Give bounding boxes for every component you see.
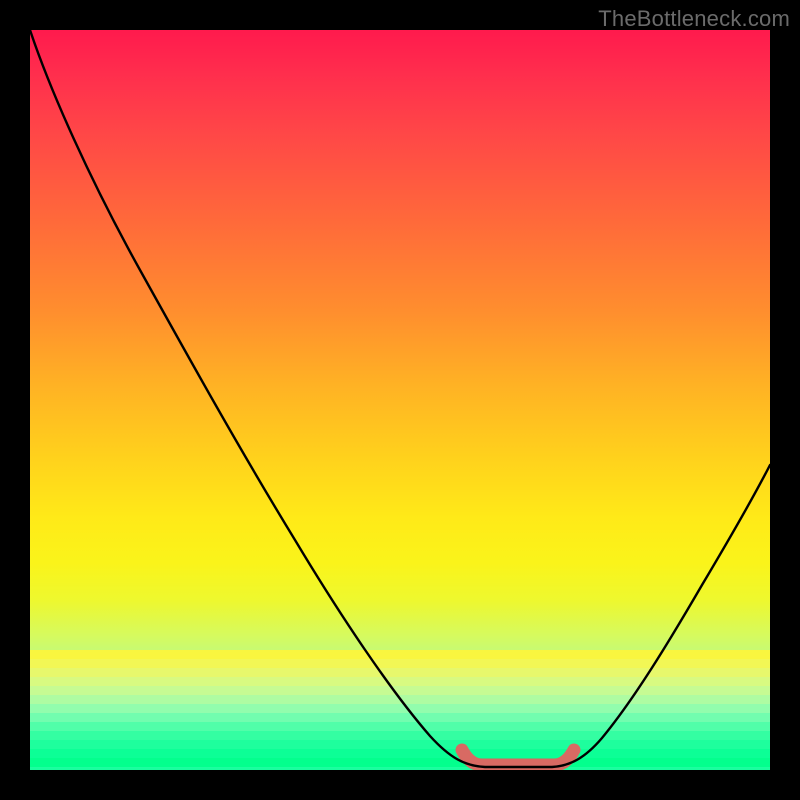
watermark-label: TheBottleneck.com: [598, 6, 790, 32]
chart-frame: TheBottleneck.com: [0, 0, 800, 800]
optimal-range-marker: [462, 750, 574, 765]
plot-area: [30, 30, 770, 770]
chart-svg: [30, 30, 770, 770]
bottleneck-curve: [30, 30, 770, 767]
